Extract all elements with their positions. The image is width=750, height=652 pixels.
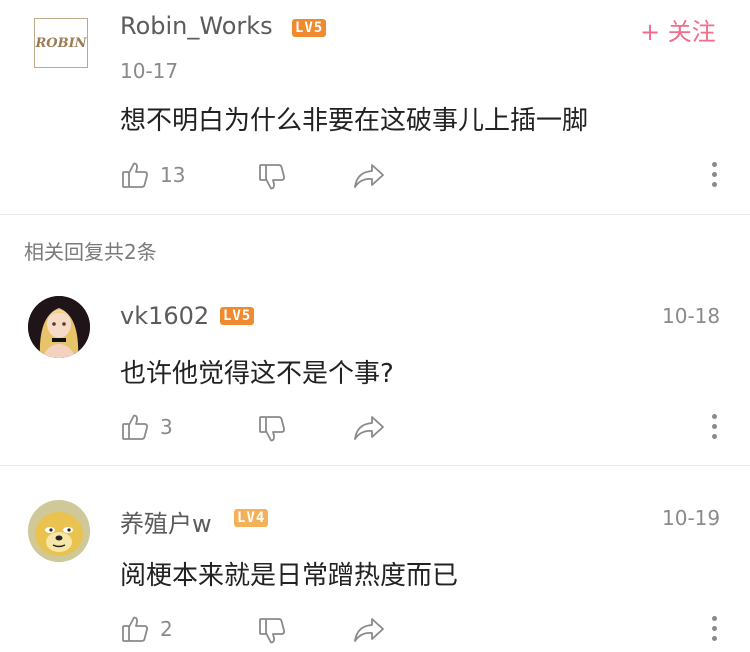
avatar[interactable]: ROBIN — [34, 18, 88, 68]
avatar-image — [28, 500, 90, 562]
more-icon — [711, 616, 717, 621]
share-button[interactable] — [352, 414, 386, 442]
dislike-button[interactable] — [257, 414, 287, 444]
like-count: 13 — [160, 163, 186, 187]
reply-item: 养殖户w LV4 10-19 阅梗本来就是日常蹭热度而已 2 — [0, 480, 750, 652]
like-icon — [122, 414, 148, 440]
dislike-button[interactable] — [257, 616, 287, 646]
comment-date: 10-17 — [120, 59, 179, 83]
share-button[interactable] — [352, 616, 386, 644]
more-button[interactable] — [708, 414, 720, 444]
divider — [0, 214, 750, 215]
reply-text: 阅梗本来就是日常蹭热度而已 — [120, 561, 459, 591]
top-comment: ROBIN Robin_Works LV5 + 关注 10-17 想不明白为什么… — [0, 0, 750, 214]
follow-button[interactable]: + 关注 — [640, 12, 716, 47]
more-button[interactable] — [708, 616, 720, 646]
divider — [0, 465, 750, 466]
dislike-icon — [259, 164, 285, 190]
author-name[interactable]: vk1602 — [120, 302, 209, 330]
reply-date: 10-19 — [662, 506, 721, 530]
more-icon — [711, 162, 717, 167]
reply-item: vk1602 LV5 10-18 也许他觉得这不是个事? 3 — [0, 280, 750, 465]
like-icon — [122, 162, 148, 188]
like-count: 3 — [160, 415, 173, 439]
level-badge: LV5 — [220, 307, 255, 325]
like-count: 2 — [160, 617, 173, 641]
avatar[interactable] — [28, 296, 90, 358]
avatar-image — [28, 296, 90, 358]
like-button[interactable] — [120, 160, 150, 190]
like-button[interactable] — [120, 412, 150, 442]
level-badge: LV5 — [292, 19, 327, 37]
share-button[interactable] — [352, 162, 386, 190]
reply-text: 也许他觉得这不是个事? — [120, 359, 394, 389]
avatar-logo-text: ROBIN — [35, 35, 87, 51]
comment-text: 想不明白为什么非要在这破事儿上插一脚 — [120, 106, 589, 136]
avatar[interactable] — [28, 500, 90, 562]
author-name[interactable]: Robin_Works — [120, 12, 273, 40]
reply-date: 10-18 — [662, 304, 721, 328]
share-icon — [354, 618, 384, 642]
author-name[interactable]: 养殖户w — [120, 504, 212, 539]
share-icon — [354, 164, 384, 188]
more-icon — [711, 414, 717, 419]
like-button[interactable] — [120, 614, 150, 644]
like-icon — [122, 616, 148, 642]
dislike-button[interactable] — [257, 162, 287, 192]
more-button[interactable] — [708, 162, 720, 192]
dislike-icon — [259, 618, 285, 644]
share-icon — [354, 416, 384, 440]
dislike-icon — [259, 416, 285, 442]
level-badge: LV4 — [234, 509, 269, 527]
replies-header: 相关回复共2条 — [24, 240, 157, 264]
